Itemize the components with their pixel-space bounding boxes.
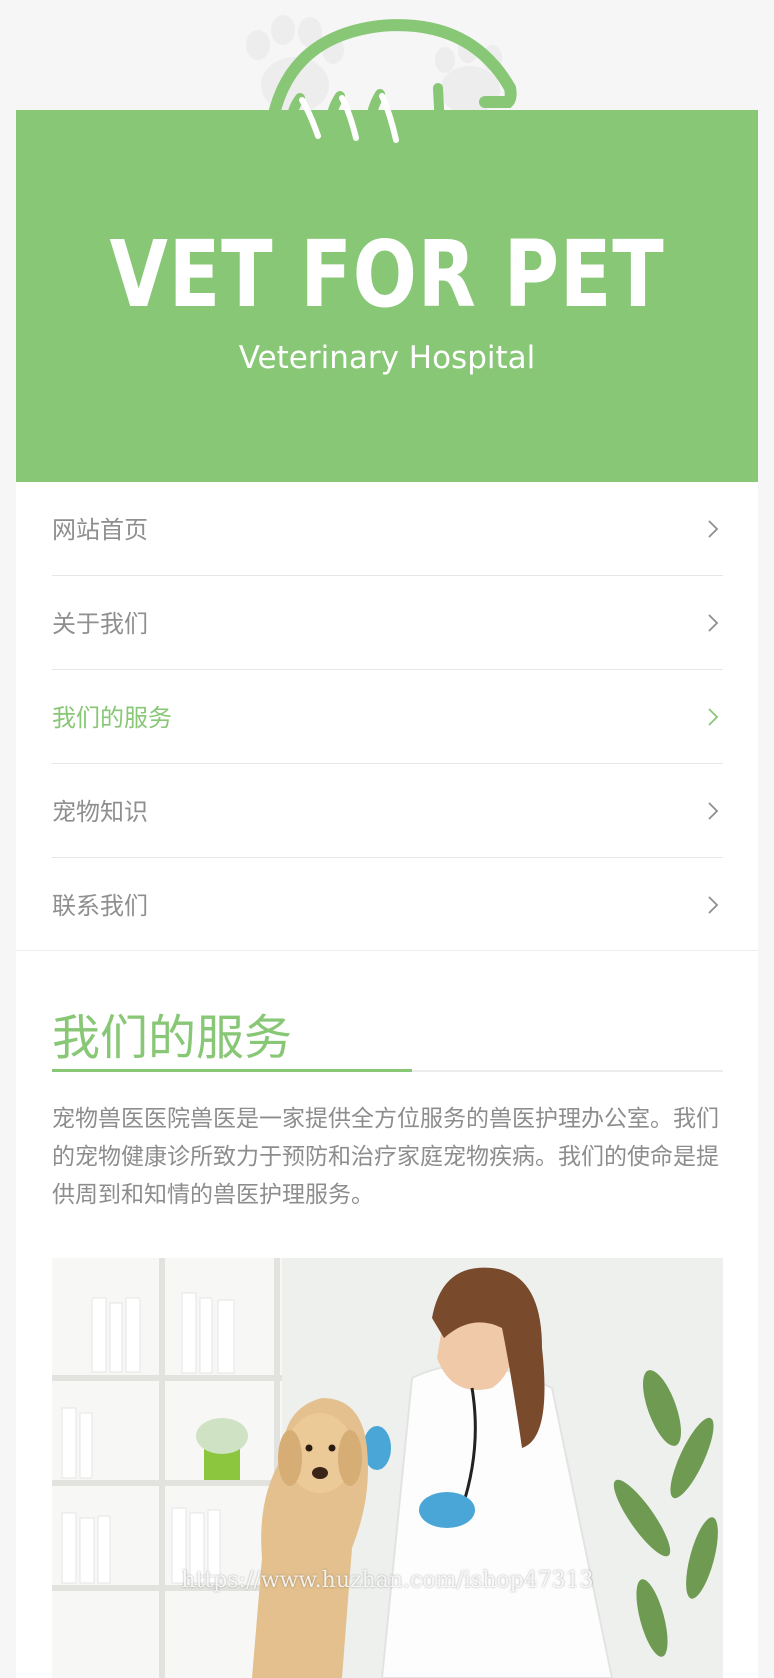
nav-item-label: 网站首页 xyxy=(52,516,148,544)
nav-item-services[interactable]: 我们的服务 xyxy=(52,670,723,764)
services-description: 宠物兽医医院兽医是一家提供全方位服务的兽医护理办公室。我们的宠物健康诊所致力于预… xyxy=(52,1106,719,1208)
main-nav: 网站首页 关于我们 我们的服务 宠物知识 联系我们 xyxy=(52,482,723,951)
chevron-right-icon xyxy=(708,708,719,726)
paw-logo-icon xyxy=(263,19,517,177)
nav-item-contact[interactable]: 联系我们 xyxy=(52,858,723,951)
chevron-right-icon xyxy=(708,520,719,538)
nav-item-home[interactable]: 网站首页 xyxy=(52,482,723,576)
vet-photo-illustration xyxy=(52,1258,723,1678)
chevron-right-icon xyxy=(708,614,719,632)
nav-item-label: 宠物知识 xyxy=(52,798,148,826)
vet-with-dog-photo: https://www.huzhan.com/ishop47313 xyxy=(52,1258,723,1678)
chevron-right-icon xyxy=(708,802,719,820)
hero-title: VET FOR PET xyxy=(109,221,665,328)
hero-subtitle: Veterinary Hospital xyxy=(238,340,536,376)
chevron-right-icon xyxy=(708,896,719,914)
nav-item-label: 联系我们 xyxy=(52,892,148,920)
services-title: 我们的服务 xyxy=(52,1010,293,1066)
nav-item-about[interactable]: 关于我们 xyxy=(52,576,723,670)
watermark-text: https://www.huzhan.com/ishop47313 xyxy=(181,1568,594,1593)
nav-item-pet-knowledge[interactable]: 宠物知识 xyxy=(52,764,723,858)
main-card: VET FOR PET Veterinary Hospital 网站首页 关于我… xyxy=(16,110,758,1678)
nav-item-label: 关于我们 xyxy=(52,610,148,638)
title-underline-accent xyxy=(52,1069,412,1072)
nav-item-label: 我们的服务 xyxy=(52,704,172,732)
section-divider xyxy=(16,950,758,951)
